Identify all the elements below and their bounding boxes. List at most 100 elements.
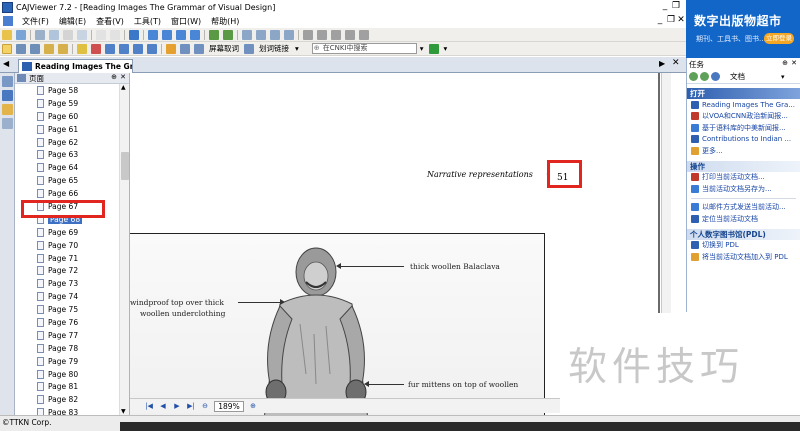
page-list-item[interactable]: Page 69	[15, 226, 119, 239]
snapshot-icon[interactable]	[58, 43, 68, 54]
save-icon[interactable]	[16, 29, 26, 40]
page-list-item[interactable]: Page 80	[15, 368, 119, 381]
menu-tools[interactable]: 工具(T)	[129, 16, 166, 27]
menu-edit[interactable]: 编辑(E)	[54, 16, 91, 27]
page-list-item[interactable]: Page 74	[15, 290, 119, 303]
outline-panel-icon[interactable]	[2, 90, 13, 101]
menu-file[interactable]: 文件(F)	[17, 16, 54, 27]
back-icon[interactable]	[689, 72, 698, 81]
anchor-icon[interactable]	[147, 43, 157, 54]
copy-icon[interactable]	[63, 29, 73, 40]
zoom-in-nav-icon[interactable]: ⊕	[248, 401, 258, 411]
attachment-panel-icon[interactable]	[2, 118, 13, 129]
page-list-item[interactable]: Page 64	[15, 161, 119, 174]
pin-icon[interactable]: ⊕	[782, 59, 788, 67]
restore-button[interactable]: ❐	[671, 1, 681, 12]
page-list-item[interactable]: Page 75	[15, 303, 119, 316]
redo-icon[interactable]	[110, 29, 120, 40]
task-link[interactable]: 以邮件方式发送当前活动...	[687, 202, 800, 214]
task-link[interactable]: 以VOA和CNN政治新闻报...	[687, 111, 800, 123]
close-icon[interactable]: ✕	[791, 59, 797, 67]
find-icon[interactable]	[77, 29, 87, 40]
page-list-item[interactable]: Page 63	[15, 148, 119, 161]
tab-scroll-right-icon[interactable]: ▶	[659, 59, 665, 68]
page-list-item[interactable]: Page 71	[15, 252, 119, 265]
undo-icon[interactable]	[96, 29, 106, 40]
page-list-item[interactable]: Page 70	[15, 239, 119, 252]
pin-icon[interactable]: ⊕	[111, 73, 117, 81]
menu-help[interactable]: 帮助(H)	[206, 16, 244, 27]
page-list-item[interactable]: Page 65	[15, 174, 119, 187]
document-vertical-scrollbar[interactable]	[661, 73, 671, 313]
ellipse-icon[interactable]	[119, 43, 129, 54]
print-icon[interactable]	[35, 29, 45, 40]
tab-scroll-left-icon[interactable]: ◀	[3, 59, 9, 68]
prev-page-nav-icon[interactable]: ◀	[158, 401, 168, 411]
note-icon[interactable]	[180, 43, 190, 54]
page-list-item[interactable]: Page 72	[15, 264, 119, 277]
doc-minimize-button[interactable]: _	[655, 15, 665, 26]
task-link[interactable]: 基于语料库的中美新闻报...	[687, 122, 800, 134]
document-tab[interactable]: Reading Images The Gra...	[18, 59, 133, 73]
hand-tool-icon[interactable]	[129, 29, 139, 40]
zoom-out-nav-icon[interactable]: ⊖	[200, 401, 210, 411]
highlight-link-label[interactable]: 划词链接	[259, 43, 289, 54]
layout-icon[interactable]	[242, 29, 252, 40]
page-list-item[interactable]: Page 60	[15, 110, 119, 123]
zoom-field[interactable]: 189%	[214, 400, 244, 412]
rectangle-icon[interactable]	[105, 43, 115, 54]
task-doc-selector[interactable]: 文档	[730, 71, 745, 82]
page-list-item[interactable]: Page 73	[15, 277, 119, 290]
rotate-icon[interactable]	[303, 29, 313, 40]
task-link[interactable]: 定位当前活动文档	[687, 213, 800, 225]
menu-window[interactable]: 窗口(W)	[166, 16, 206, 27]
screen-capture-label[interactable]: 屏幕取词	[209, 43, 239, 54]
select-tool-icon[interactable]	[2, 43, 12, 54]
ad-login-button[interactable]: 立即登录	[764, 33, 794, 44]
dropdown-caret[interactable]: ▾	[295, 44, 299, 53]
task-link[interactable]: 将当前活动文档加入到 PDL	[687, 251, 800, 263]
page-list-item[interactable]: Page 62	[15, 136, 119, 149]
task-link[interactable]: 切换到 PDL	[687, 240, 800, 252]
page-list-item[interactable]: Page 66	[15, 187, 119, 200]
page-list-item[interactable]: Page 78	[15, 342, 119, 355]
back-icon[interactable]	[209, 29, 219, 40]
task-link[interactable]: Reading Images The Gra...	[687, 99, 800, 111]
search-go-icon[interactable]	[428, 43, 439, 54]
tab-close-icon[interactable]: ✕	[672, 58, 680, 68]
page-list-scrollbar[interactable]: ▲ ▼	[119, 84, 129, 415]
task-link[interactable]: 更多...	[687, 145, 800, 157]
forward-icon[interactable]	[223, 29, 233, 40]
page-list-item[interactable]: Page 81	[15, 380, 119, 393]
annotation-panel-icon[interactable]	[2, 104, 13, 115]
page-list-item[interactable]: Page 59	[15, 97, 119, 110]
task-link[interactable]: Contributions to Indian ...	[687, 134, 800, 146]
page-list-item[interactable]: Page 82	[15, 393, 119, 406]
cnki-search-dropdown-icon[interactable]: ▾	[420, 44, 424, 53]
ocr-icon[interactable]	[44, 43, 54, 54]
last-page-icon[interactable]	[190, 29, 200, 40]
task-link[interactable]: 当前活动文档另存为...	[687, 183, 800, 195]
pages-panel-icon[interactable]	[2, 76, 13, 87]
continuous-page-icon[interactable]	[270, 29, 280, 40]
close-icon[interactable]: ✕	[120, 73, 126, 81]
zoom-in-icon[interactable]	[345, 29, 355, 40]
single-page-icon[interactable]	[256, 29, 266, 40]
cnki-search-input[interactable]: 在CNKI中搜索	[311, 43, 417, 54]
search-options-dropdown-icon[interactable]: ▾	[444, 44, 448, 53]
page-list-item[interactable]: Page 77	[15, 329, 119, 342]
page-list-item[interactable]: Page 83	[15, 406, 119, 415]
pen-icon[interactable]	[91, 43, 101, 54]
chevron-down-icon[interactable]: ▾	[781, 73, 785, 81]
doc-restore-button[interactable]: ❐	[666, 15, 676, 26]
highlight-link-icon[interactable]	[244, 43, 254, 54]
fit-width-icon[interactable]	[331, 29, 341, 40]
scroll-down-icon[interactable]: ▼	[121, 408, 126, 415]
minimize-button[interactable]: _	[660, 1, 670, 12]
last-page-nav-icon[interactable]: ▶|	[186, 401, 196, 411]
page-list-item[interactable]: Page 79	[15, 355, 119, 368]
facing-page-icon[interactable]	[284, 29, 294, 40]
open-folder-icon[interactable]	[2, 29, 12, 40]
fit-page-icon[interactable]	[317, 29, 327, 40]
page-list-item[interactable]: Page 58	[15, 84, 119, 97]
